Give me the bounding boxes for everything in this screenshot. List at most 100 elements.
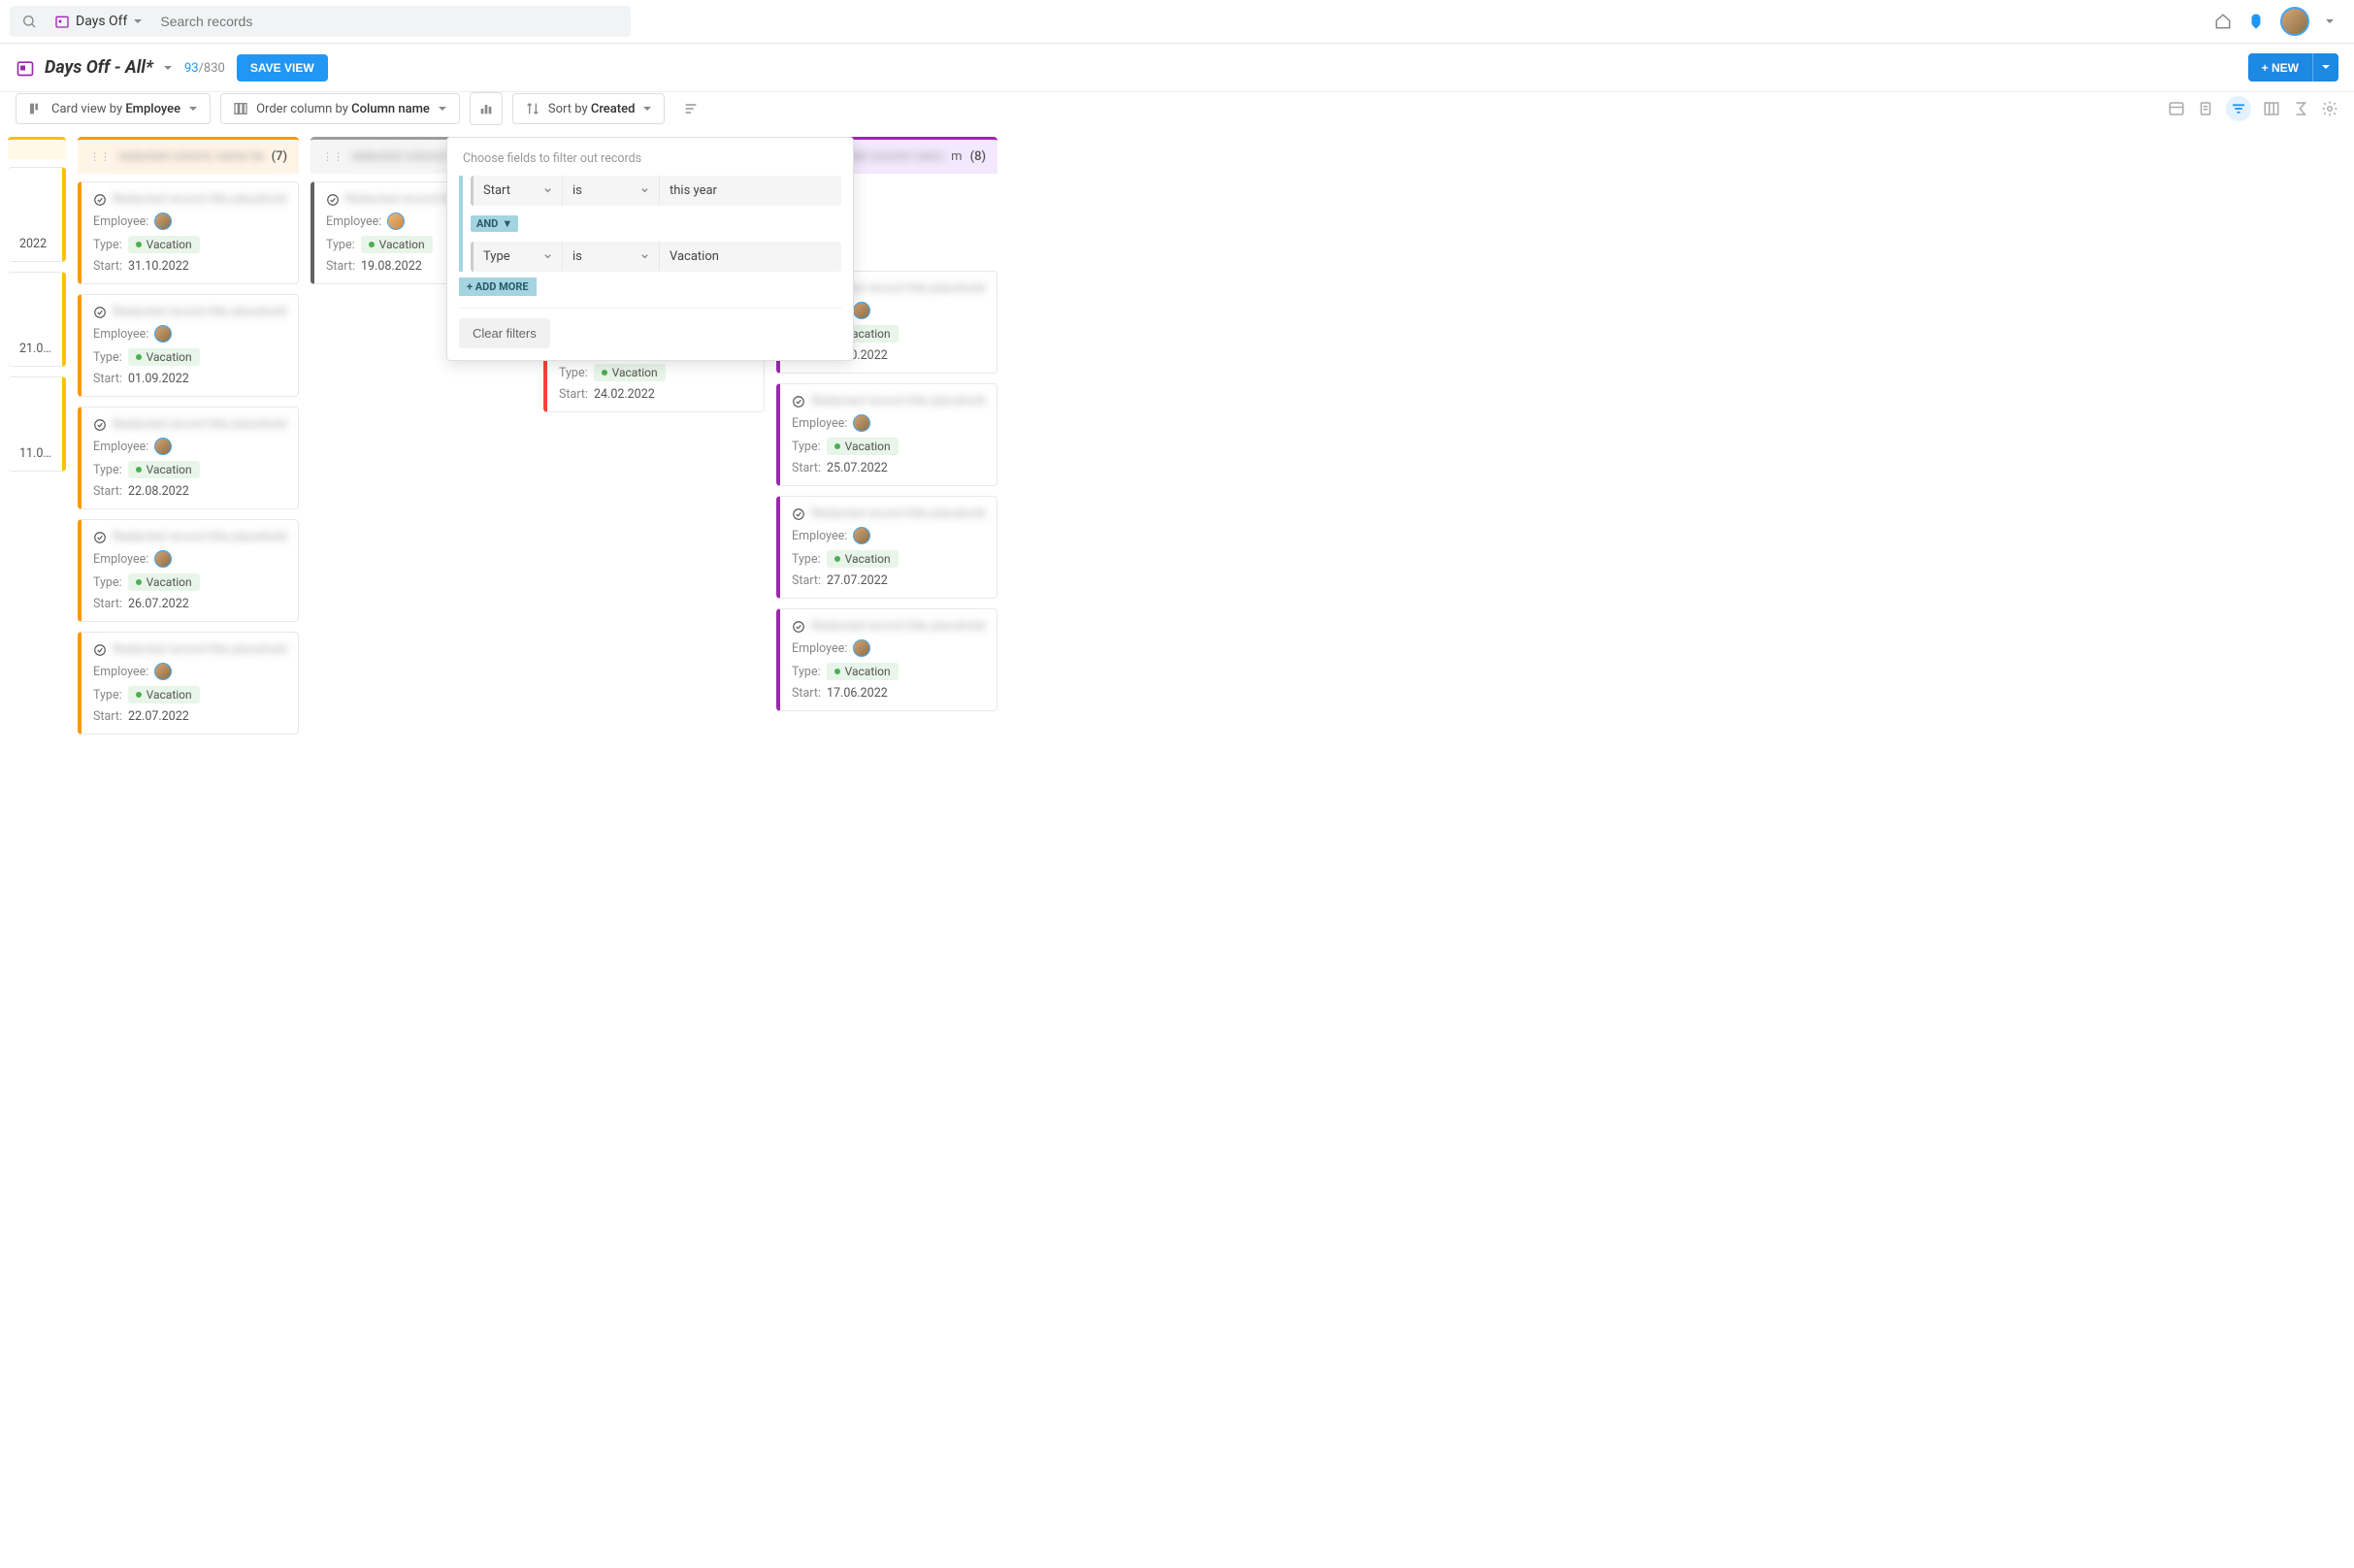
filter-field-select[interactable]: Start	[474, 176, 563, 206]
card-title: Redacted record title placeholder text	[113, 642, 286, 657]
home-icon[interactable]	[2214, 13, 2232, 30]
record-card[interactable]: Redacted record title placeholder text Em…	[78, 181, 299, 284]
record-card[interactable]: Redacted record title placeholder textEm…	[78, 519, 299, 622]
card-employee-row: Employee:	[792, 414, 985, 432]
card-employee-row: Employee:	[93, 212, 286, 230]
filter-icon[interactable]	[2226, 96, 2251, 121]
card-title-row: Redacted record title placeholder text	[93, 642, 286, 657]
card-type-row: Type:Vacation	[792, 550, 985, 568]
column-header[interactable]: ⋮⋮redacted column name here(7)	[78, 137, 299, 174]
gear-icon[interactable]	[2321, 100, 2338, 117]
check-circle-icon	[93, 306, 107, 319]
check-circle-icon	[792, 620, 805, 634]
filter-rows: Start is this year AND ▼ Type is Vacatio…	[459, 176, 841, 272]
column-cards: Redacted record title placeholder text Em…	[78, 174, 299, 742]
record-card[interactable]: 2022	[8, 167, 66, 262]
columns-icon	[233, 101, 248, 116]
employee-avatar	[853, 639, 870, 657]
chevron-down-icon	[642, 104, 652, 114]
add-filter-button[interactable]: + ADD MORE	[459, 278, 537, 296]
record-card[interactable]: Redacted record title placeholder text Em…	[776, 383, 997, 486]
type-tag: Vacation	[361, 236, 433, 253]
card-title-row: Redacted record title placeholder text	[93, 417, 286, 432]
filter-row: Type is Vacation	[471, 242, 841, 272]
clear-filters-button[interactable]: Clear filters	[459, 318, 550, 348]
layout-icon[interactable]	[2168, 100, 2185, 117]
calendar-icon	[54, 14, 70, 29]
filter-popup: Choose fields to filter out records Star…	[446, 137, 854, 361]
search-input[interactable]	[160, 14, 619, 29]
sort-selector[interactable]: Sort by Created	[512, 93, 666, 124]
column-count: (7)	[272, 149, 287, 164]
check-circle-icon	[93, 193, 107, 207]
user-avatar[interactable]	[2280, 7, 2309, 36]
chevron-down-icon	[543, 252, 552, 261]
column-header[interactable]	[8, 137, 66, 159]
employee-avatar	[154, 438, 172, 455]
type-tag: Vacation	[128, 461, 200, 478]
employee-avatar	[853, 302, 870, 319]
filter-value-input[interactable]: this year	[660, 176, 841, 206]
chevron-down-icon[interactable]	[163, 63, 173, 73]
card-start-row: Start: 24.02.2022	[559, 387, 752, 402]
filter-op-select[interactable]: is	[563, 176, 660, 206]
sort-icon	[525, 101, 540, 116]
employee-avatar	[853, 414, 870, 432]
type-tag: Vacation	[128, 236, 200, 253]
filter-row: Start is this year	[471, 176, 841, 206]
chevron-down-icon[interactable]	[2325, 16, 2335, 26]
top-right-tools	[2214, 7, 2344, 36]
save-view-button[interactable]: SAVE VIEW	[237, 54, 328, 82]
new-button[interactable]: + NEW	[2248, 53, 2312, 82]
clipboard-icon[interactable]	[2197, 100, 2214, 117]
card-type-row: Type:Vacation	[93, 348, 286, 366]
filter-value-input[interactable]: Vacation	[660, 242, 841, 272]
app-logo-icon[interactable]	[2247, 13, 2265, 30]
card-employee-row: Employee:	[792, 527, 985, 544]
chart-button[interactable]	[470, 92, 503, 125]
filter-op-select[interactable]: is	[563, 242, 660, 272]
employee-avatar	[154, 325, 172, 343]
chevron-down-icon	[188, 104, 198, 114]
card-start-row: Start: 17.06.2022	[792, 686, 985, 701]
type-tag: Vacation	[128, 573, 200, 591]
record-card[interactable]: 11.0…	[8, 376, 66, 472]
column-cards: 2022 21.0… 11.0…	[8, 159, 66, 479]
card-title: Redacted record title placeholder text	[113, 192, 286, 207]
kanban-board: 202221.0…11.0…⋮⋮redacted column name her…	[0, 137, 2354, 1564]
chevron-down-icon	[133, 16, 143, 26]
type-tag: Vacation	[128, 348, 200, 366]
record-card[interactable]: Redacted record title placeholder textEm…	[78, 294, 299, 397]
card-title: Redacted record title placeholder text	[811, 506, 985, 521]
drag-handle-icon[interactable]: ⋮⋮	[322, 150, 343, 163]
filter-hint: Choose fields to filter out records	[459, 151, 841, 166]
record-count: 93/830	[184, 60, 225, 76]
employee-avatar	[853, 527, 870, 544]
board-column: ⋮⋮redacted column name here(7) Redacted r…	[78, 137, 299, 1564]
card-title: Redacted record title placeholder text	[811, 619, 985, 634]
filter-field-select[interactable]: Type	[474, 242, 563, 272]
drag-handle-icon[interactable]: ⋮⋮	[89, 150, 111, 163]
filter-and-chip[interactable]: AND ▼	[471, 215, 518, 232]
search-bar[interactable]: Days Off	[10, 6, 631, 37]
group-button[interactable]	[674, 92, 707, 125]
record-card[interactable]: Redacted record title placeholder textEm…	[78, 407, 299, 509]
card-view-selector[interactable]: Card view by Employee	[16, 93, 211, 124]
sigma-icon[interactable]	[2292, 100, 2309, 117]
card-title: Redacted record title placeholder text	[811, 394, 985, 408]
card-start-row: Start: 26.07.2022	[93, 597, 286, 611]
check-circle-icon	[93, 418, 107, 432]
module-selector[interactable]: Days Off	[47, 14, 150, 29]
record-card[interactable]: 21.0…	[8, 272, 66, 367]
record-card[interactable]: Redacted record title placeholder textEm…	[776, 608, 997, 711]
order-column-selector[interactable]: Order column by Column name	[220, 93, 460, 124]
divider	[459, 308, 841, 309]
employee-avatar	[154, 212, 172, 230]
columns-toggle-icon[interactable]	[2263, 100, 2280, 117]
record-card[interactable]: Redacted record title placeholder textEm…	[78, 632, 299, 735]
new-button-group: + NEW	[2248, 53, 2338, 82]
record-card[interactable]: Redacted record title placeholder text Em…	[776, 496, 997, 599]
employee-avatar	[387, 212, 405, 230]
new-dropdown-button[interactable]	[2312, 53, 2338, 82]
board-column: 2022 21.0… 11.0…	[8, 137, 66, 1564]
